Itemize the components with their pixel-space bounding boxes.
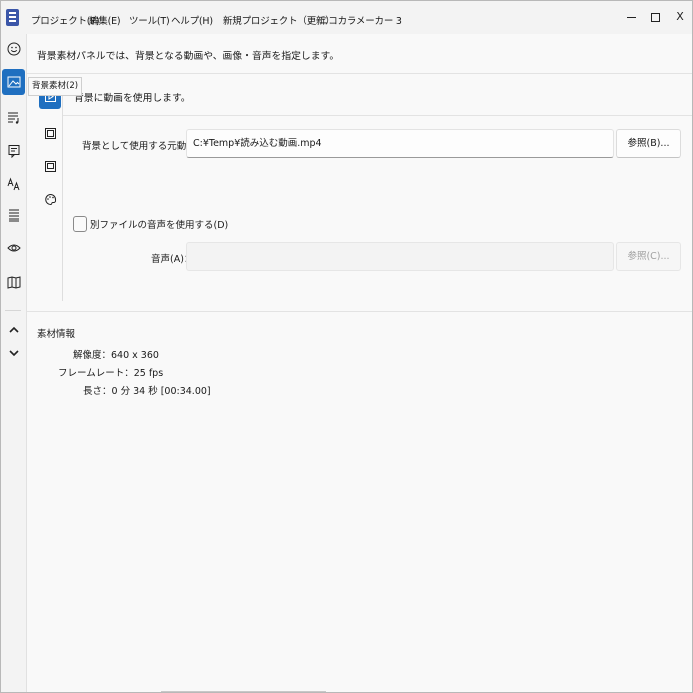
duration-value: 0 分 34 秒 [00:34.00]	[111, 386, 211, 397]
source-type-rail	[37, 81, 63, 301]
menu-tools[interactable]: ツール(T)	[129, 13, 170, 27]
resolution-row: 解像度：640 x 360	[73, 347, 159, 361]
menu-help[interactable]: ヘルプ(H)	[171, 13, 213, 27]
rail-button-preview[interactable]	[2, 235, 25, 261]
minimize-button[interactable]	[619, 8, 643, 26]
lyrics-list-icon	[7, 112, 18, 124]
palette-icon	[44, 193, 56, 206]
window-title-project: 新規プロジェクト（更新）	[223, 16, 335, 27]
source-color-button[interactable]	[39, 187, 61, 212]
chevron-up-icon	[8, 326, 19, 333]
video-browse-button[interactable]: 参照(B)...	[616, 129, 681, 158]
source-layers-button[interactable]	[39, 154, 61, 179]
nav-down-button[interactable]	[2, 343, 25, 363]
align-icon	[8, 209, 19, 222]
layers-icon	[44, 161, 56, 172]
framerate-row: フレームレート：25 fps	[58, 365, 163, 379]
resolution-label: 解像度：	[73, 350, 112, 361]
menu-edit[interactable]: 編集(E)	[89, 13, 121, 27]
map-icon	[7, 276, 20, 289]
audio-path-input[interactable]	[186, 242, 614, 271]
mode-label: 背景に動画を使用します。	[74, 93, 191, 104]
duration-row: 長さ：0 分 34 秒 [00:34.00]	[83, 383, 211, 397]
rail-button-font[interactable]	[2, 171, 25, 197]
window-title-app: ニコカラメーカー 3	[319, 16, 402, 27]
app-logo-icon	[6, 9, 19, 26]
font-icon	[7, 177, 19, 191]
resolution-value: 640 x 360	[111, 350, 159, 361]
rail-button-face[interactable]	[2, 36, 25, 62]
audio-browse-button[interactable]: 参照(C)...	[616, 242, 681, 271]
title-bar: プロジェクト(P) 編集(E) ツール(T) ヘルプ(H) 新規プロジェクト（更…	[1, 1, 692, 34]
close-button[interactable]: X	[668, 8, 692, 26]
nav-up-button[interactable]	[2, 320, 25, 340]
panel-description: 背景素材パネルでは、背景となる動画や、画像・音声を指定します。	[37, 51, 340, 62]
resize-grip[interactable]	[161, 691, 326, 692]
divider	[27, 73, 692, 74]
source-image-button[interactable]	[39, 121, 61, 146]
material-info-title: 素材情報	[37, 329, 76, 340]
note-icon	[8, 145, 19, 158]
duration-label: 長さ：	[83, 386, 112, 397]
app-window: プロジェクト(P) 編集(E) ツール(T) ヘルプ(H) 新規プロジェクト（更…	[0, 0, 693, 693]
rail-button-lyrics[interactable]	[2, 104, 25, 130]
divider	[63, 115, 692, 116]
rail-button-notes[interactable]	[2, 138, 25, 164]
eye-icon	[6, 244, 21, 252]
rail-button-align[interactable]	[2, 202, 25, 228]
divider	[27, 311, 692, 312]
video-path-input[interactable]: C:¥Temp¥読み込む動画.mp4	[186, 129, 614, 158]
chevron-down-icon	[8, 350, 19, 357]
rail-button-background[interactable]	[2, 69, 25, 95]
rail-divider	[5, 310, 21, 311]
smiley-icon	[7, 42, 20, 56]
use-separate-audio-label[interactable]: 別ファイルの音声を使用する(D)	[90, 217, 228, 231]
left-rail	[1, 34, 27, 692]
rail-button-output[interactable]	[2, 270, 25, 296]
framerate-value: 25 fps	[133, 368, 164, 379]
image-frame-icon	[44, 128, 56, 139]
framerate-label: フレームレート：	[58, 368, 134, 379]
maximize-button[interactable]	[643, 8, 667, 26]
use-separate-audio-checkbox[interactable]	[73, 216, 87, 232]
tooltip: 背景素材(2)	[28, 77, 83, 96]
image-icon	[7, 76, 20, 88]
